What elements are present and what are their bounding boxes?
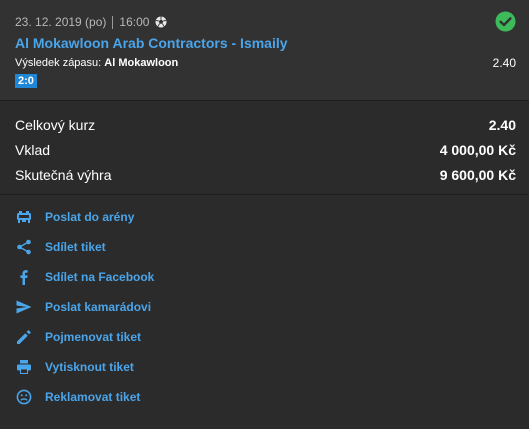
- score-badge: 2:0: [15, 74, 37, 88]
- summary-row-stake: Vklad 4 000,00 Kč: [15, 140, 516, 160]
- match-title-link[interactable]: Al Mokawloon Arab Contractors - Ismaily: [15, 35, 288, 51]
- sad-face-icon: [15, 388, 33, 406]
- summary-row-total-odd: Celkový kurz 2.40: [15, 115, 516, 135]
- send-icon: [15, 298, 33, 316]
- action-share-ticket[interactable]: Sdílet tiket: [15, 238, 106, 256]
- pencil-icon: [15, 328, 33, 346]
- action-label: Vytisknout tiket: [45, 360, 134, 374]
- meta-separator: [112, 15, 114, 29]
- bet-meta: 23. 12. 2019 (po) 16:00: [15, 14, 167, 30]
- action-send-to-arena[interactable]: Poslat do arény: [15, 208, 134, 226]
- summary-value: 9 600,00 Kč: [439, 167, 516, 183]
- summary-value: 2.40: [488, 117, 516, 133]
- summary-value: 4 000,00 Kč: [439, 142, 516, 158]
- action-print-ticket[interactable]: Vytisknout tiket: [15, 358, 134, 376]
- check-circle-icon: [495, 11, 516, 32]
- bet-card: 23. 12. 2019 (po) 16:00 Al Mokawloon Ara…: [0, 0, 529, 100]
- match-date: 23. 12. 2019 (po): [15, 15, 107, 29]
- bet-selection: Výsledek zápasu: Al Mokawloon: [15, 57, 178, 69]
- action-label: Sdílet na Facebook: [45, 270, 155, 284]
- match-time: 16:00: [119, 15, 150, 29]
- ticket-actions: Poslat do arény Sdílet tiket Sdílet na F…: [0, 195, 529, 429]
- result-pick: Al Mokawloon: [104, 57, 179, 69]
- action-send-to-friend[interactable]: Poslat kamarádovi: [15, 298, 151, 316]
- action-label: Poslat do arény: [45, 210, 135, 224]
- facebook-icon: [15, 268, 33, 286]
- arena-icon: [15, 208, 33, 226]
- summary-label: Celkový kurz: [15, 117, 96, 133]
- soccer-ball-icon: [155, 16, 167, 28]
- summary-row-actual-win: Skutečná výhra 9 600,00 Kč: [15, 165, 516, 185]
- ticket-summary: Celkový kurz 2.40 Vklad 4 000,00 Kč Skut…: [0, 101, 529, 194]
- action-label: Reklamovat tiket: [45, 390, 141, 404]
- share-icon: [15, 238, 33, 256]
- action-complain-ticket[interactable]: Reklamovat tiket: [15, 388, 140, 406]
- summary-label: Vklad: [15, 142, 51, 158]
- action-label: Poslat kamarádovi: [45, 300, 152, 314]
- summary-label: Skutečná výhra: [15, 167, 112, 183]
- selection-odd: 2.40: [492, 56, 516, 70]
- action-label: Pojmenovat tiket: [45, 330, 142, 344]
- action-label: Sdílet tiket: [45, 240, 106, 254]
- printer-icon: [15, 358, 33, 376]
- action-share-facebook[interactable]: Sdílet na Facebook: [15, 268, 154, 286]
- action-rename-ticket[interactable]: Pojmenovat tiket: [15, 328, 141, 346]
- result-label: Výsledek zápasu:: [15, 57, 102, 69]
